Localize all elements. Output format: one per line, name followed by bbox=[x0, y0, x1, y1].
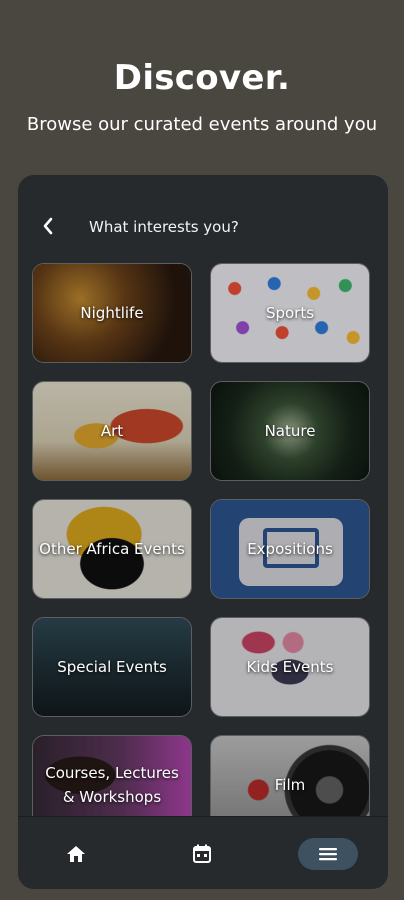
category-tile-nature[interactable]: Nature bbox=[210, 381, 370, 481]
category-tile-sports[interactable]: Sports bbox=[210, 263, 370, 363]
category-tile-expositions[interactable]: Expositions bbox=[210, 499, 370, 599]
back-button[interactable] bbox=[36, 211, 60, 241]
nav-menu-button[interactable] bbox=[298, 838, 358, 870]
bottom-navigation bbox=[18, 816, 388, 889]
calendar-icon bbox=[193, 844, 211, 863]
panel-header: What interests you? bbox=[18, 211, 388, 241]
hero-title: Discover. bbox=[113, 58, 291, 98]
category-tile-other-africa-events[interactable]: Other Africa Events bbox=[32, 499, 192, 599]
category-tile-courses-lectures-workshops[interactable]: Courses, Lectures & Workshops bbox=[32, 735, 192, 823]
nav-home-button[interactable] bbox=[60, 838, 92, 870]
category-label: Sports bbox=[265, 304, 315, 322]
category-label: Other Africa Events bbox=[39, 540, 185, 558]
hero-subtitle: Browse our curated events around you bbox=[26, 114, 378, 135]
category-tile-kids-events[interactable]: Kids Events bbox=[210, 617, 370, 717]
chevron-left-icon bbox=[43, 217, 53, 235]
category-label: Kids Events bbox=[246, 658, 334, 676]
home-icon bbox=[67, 846, 85, 862]
category-label: Art bbox=[100, 422, 124, 440]
category-tile-special-events[interactable]: Special Events bbox=[32, 617, 192, 717]
category-label: Courses, Lectures & Workshops bbox=[45, 764, 179, 806]
nav-calendar-button[interactable] bbox=[186, 838, 218, 870]
category-tile-art[interactable]: Art bbox=[32, 381, 192, 481]
category-tile-nightlife[interactable]: Nightlife bbox=[32, 263, 192, 363]
interests-panel: What interests you? Nightlife Sports Art… bbox=[18, 175, 388, 889]
category-tile-film[interactable]: Film bbox=[210, 735, 370, 823]
menu-icon bbox=[319, 848, 337, 861]
category-grid: Nightlife Sports Art Nature Other Africa… bbox=[32, 263, 374, 823]
panel-title: What interests you? bbox=[89, 218, 239, 236]
category-label: Nightlife bbox=[80, 304, 144, 322]
category-label: Special Events bbox=[57, 658, 167, 676]
category-label: Expositions bbox=[247, 540, 333, 558]
category-label: Nature bbox=[264, 422, 316, 440]
category-label: Film bbox=[274, 776, 306, 794]
